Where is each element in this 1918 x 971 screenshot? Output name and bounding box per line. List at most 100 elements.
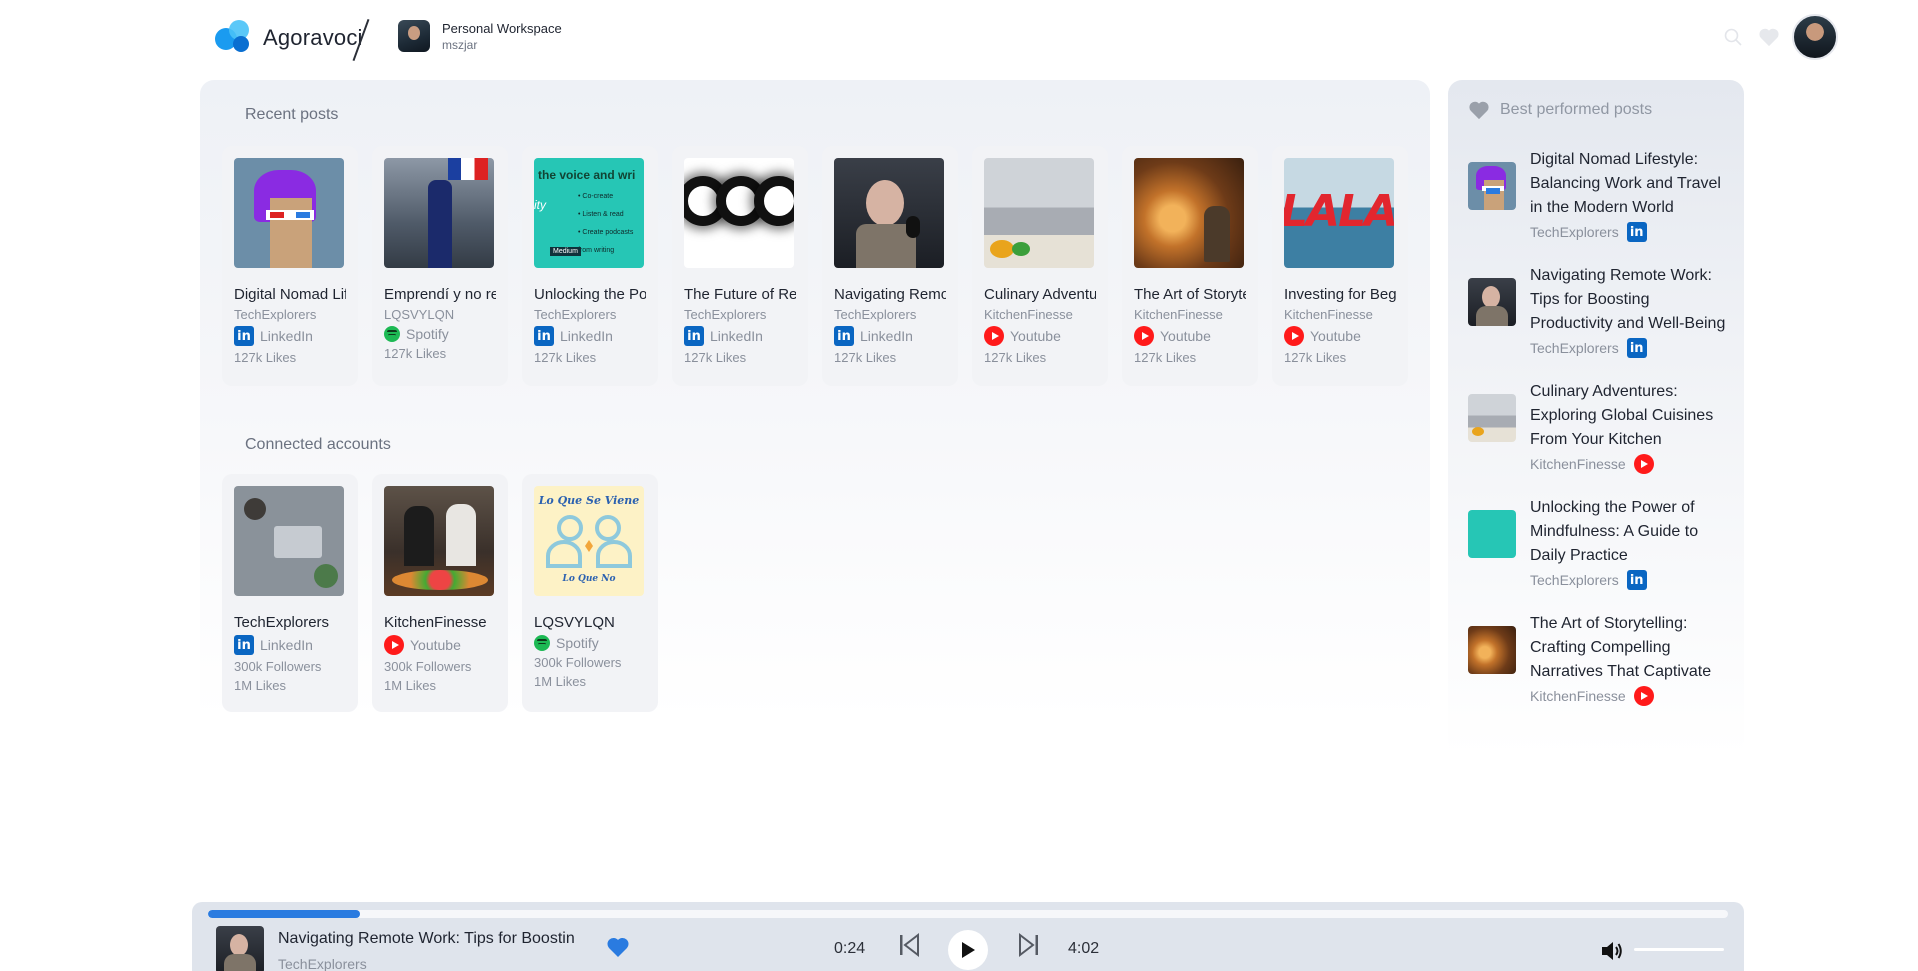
post-likes: 127k Likes	[1284, 350, 1347, 365]
post-thumbnail: the voice and wri Co-create Listen & rea…	[534, 158, 644, 268]
thumbnail-text: ity	[534, 198, 546, 212]
volume-slider[interactable]	[1634, 948, 1724, 951]
linkedin-icon: in	[1626, 338, 1647, 358]
account-name: KitchenFinesse	[384, 614, 487, 631]
post-thumbnail	[234, 158, 344, 268]
best-post-title: Navigating Remote Work: Tips for Boostin…	[1530, 267, 1726, 332]
account-name: TechExplorers	[234, 614, 330, 631]
post-card[interactable]: Navigating Remote Work TechExplorers in L…	[822, 146, 958, 386]
post-platform: Spotify	[406, 326, 449, 342]
best-post-item[interactable]: Culinary Adventures: Exploring Global Cu…	[1468, 380, 1730, 474]
account-likes: 1M Likes	[534, 674, 587, 689]
post-card[interactable]: LALA Investing for Beginners KitchenFine…	[1272, 146, 1408, 386]
account-card[interactable]: Lo Que Se Viene Lo Que No LQSVYLQN Spoti…	[522, 474, 658, 712]
account-card[interactable]: TechExplorers in LinkedIn 300k Followers …	[222, 474, 358, 712]
like-heart-icon[interactable]	[606, 936, 630, 963]
post-title: Investing for Beginners	[1284, 286, 1396, 303]
best-post-item[interactable]: Navigating Remote Work: Tips for Boostin…	[1468, 264, 1730, 358]
post-author: LQSVYLQN	[384, 307, 455, 322]
now-playing-author: TechExplorers	[278, 956, 367, 971]
best-posts-sidebar: Best performed posts Digital Nomad Lifes…	[1448, 80, 1744, 756]
linkedin-icon: in	[1626, 570, 1647, 590]
workspace-avatar	[398, 20, 430, 52]
post-likes: 127k Likes	[984, 350, 1047, 365]
current-time: 0:24	[834, 940, 866, 957]
thumbnail-text: LALA	[1284, 186, 1394, 237]
post-thumbnail	[684, 158, 794, 268]
post-platform: LinkedIn	[560, 328, 613, 344]
best-post-title: Digital Nomad Lifestyle: Balancing Work …	[1530, 151, 1721, 216]
post-card[interactable]: the voice and wri Co-create Listen & rea…	[522, 146, 658, 386]
workspace-title: Personal Workspace	[442, 20, 562, 36]
post-likes: 127k Likes	[834, 350, 897, 365]
account-followers: 300k Followers	[384, 659, 472, 674]
best-post-author: TechExplorers	[1530, 572, 1619, 588]
post-likes: 127k Likes	[384, 346, 447, 361]
account-followers: 300k Followers	[234, 659, 322, 674]
post-card[interactable]: The Future of Remote TechExplorers in Lin…	[672, 146, 808, 386]
linkedin-icon: in	[234, 635, 254, 655]
post-title: Culinary Adventures	[984, 286, 1096, 303]
best-post-item[interactable]: Digital Nomad Lifestyle: Balancing Work …	[1468, 148, 1730, 242]
best-post-thumbnail	[1468, 626, 1516, 674]
search-icon[interactable]	[1720, 24, 1746, 50]
now-playing-title: Navigating Remote Work: Tips for Boostin	[278, 930, 575, 947]
volume-icon[interactable]	[1600, 940, 1624, 967]
best-post-author: KitchenFinesse	[1530, 688, 1626, 704]
post-card[interactable]: Culinary Adventures KitchenFinesse Youtu…	[972, 146, 1108, 386]
post-platform: Youtube	[1160, 328, 1211, 344]
post-likes: 127k Likes	[234, 350, 297, 365]
post-title: Emprendí y no recuerdo	[384, 286, 496, 303]
best-post-author: TechExplorers	[1530, 340, 1619, 356]
heart-icon[interactable]	[1756, 24, 1782, 50]
account-thumbnail	[234, 486, 344, 596]
skip-previous-icon[interactable]	[898, 932, 920, 963]
playback-progress-fill	[208, 910, 360, 918]
post-card[interactable]: The Art of Storytelling KitchenFinesse Y…	[1122, 146, 1258, 386]
logo-mark-icon	[215, 20, 255, 56]
main-panel: Recent posts Digital Nomad Lifestyle: Ba…	[200, 80, 1430, 720]
user-avatar[interactable]	[1792, 14, 1838, 60]
youtube-icon	[1284, 326, 1304, 346]
youtube-icon	[984, 326, 1004, 346]
post-author: TechExplorers	[834, 307, 917, 322]
youtube-icon	[1633, 454, 1654, 474]
post-likes: 127k Likes	[1134, 350, 1197, 365]
account-platform: Spotify	[556, 635, 599, 651]
thumbnail-text: Medium	[550, 247, 581, 256]
account-thumbnail	[384, 486, 494, 596]
best-post-item[interactable]: Unlocking the Power of Mindfulness: A Gu…	[1468, 496, 1730, 590]
post-author: TechExplorers	[684, 307, 767, 322]
youtube-icon	[1134, 326, 1154, 346]
account-card[interactable]: KitchenFinesse Youtube 300k Followers 1M…	[372, 474, 508, 712]
workspace-switcher[interactable]: Personal Workspace mszjar	[398, 20, 562, 52]
best-post-title: The Art of Storytelling: Crafting Compel…	[1530, 615, 1712, 680]
account-platform: LinkedIn	[260, 637, 313, 653]
post-platform: LinkedIn	[710, 328, 763, 344]
spotify-icon	[534, 635, 550, 651]
post-title: Navigating Remote Work	[834, 286, 946, 303]
post-author: KitchenFinesse	[1134, 307, 1223, 322]
youtube-icon	[384, 635, 404, 655]
linkedin-icon: in	[534, 326, 554, 346]
post-author: KitchenFinesse	[1284, 307, 1373, 322]
play-button[interactable]	[948, 930, 988, 970]
post-card[interactable]: Emprendí y no recuerdo LQSVYLQN Spotify …	[372, 146, 508, 386]
best-post-author: KitchenFinesse	[1530, 456, 1626, 472]
skip-next-icon[interactable]	[1018, 932, 1040, 963]
play-icon	[962, 942, 975, 958]
app-logo[interactable]: Agoravoci	[215, 20, 363, 56]
post-thumbnail	[984, 158, 1094, 268]
best-post-thumbnail	[1468, 394, 1516, 442]
post-title: Digital Nomad Lifestyle: Balancing Work …	[234, 286, 346, 303]
media-player: Navigating Remote Work: Tips for Boostin…	[192, 902, 1744, 971]
post-platform: Youtube	[1310, 328, 1361, 344]
best-post-item[interactable]: The Art of Storytelling: Crafting Compel…	[1468, 612, 1730, 706]
linkedin-icon: in	[834, 326, 854, 346]
best-post-title: Culinary Adventures: Exploring Global Cu…	[1530, 383, 1714, 448]
playback-progress-bar[interactable]	[208, 910, 1728, 918]
post-card[interactable]: Digital Nomad Lifestyle: Balancing Work …	[222, 146, 358, 386]
thumbnail-text: Co-create	[578, 188, 644, 206]
linkedin-icon: in	[234, 326, 254, 346]
best-post-thumbnail	[1468, 510, 1516, 558]
